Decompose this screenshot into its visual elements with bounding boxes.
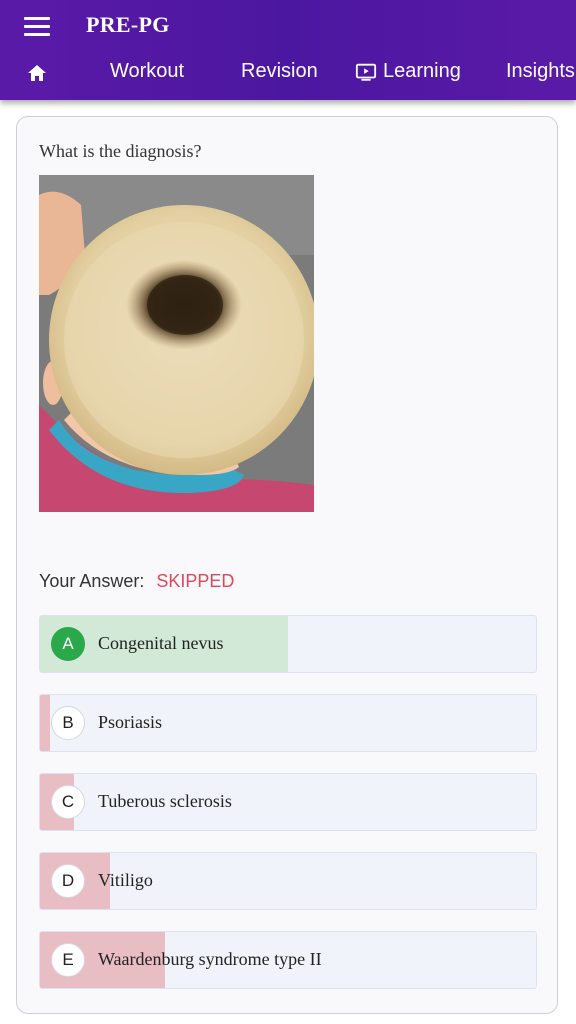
tab-insights-label: Insights [506,60,575,82]
menu-icon[interactable] [24,14,50,38]
tv-play-icon [355,63,377,81]
tab-revision-label: Revision [241,60,318,82]
app-bar: PRE-PG Workout Revision Learning Insight… [0,0,576,100]
option-text: Waardenburg syndrome type II [98,949,322,969]
option-response-bar [40,695,50,751]
option-d[interactable]: D Vitiligo [39,852,537,910]
option-letter-badge: E [51,943,85,977]
option-text: Vitiligo [98,870,153,890]
option-letter-badge: B [51,706,85,740]
home-icon[interactable] [25,61,49,85]
option-letter-badge: A [51,627,85,661]
option-e[interactable]: E Waardenburg syndrome type II [39,931,537,989]
option-b[interactable]: B Psoriasis [39,694,537,752]
your-answer: Your Answer: SKIPPED [39,571,234,592]
question-image[interactable] [39,175,314,512]
answer-status: SKIPPED [156,571,235,591]
option-text: Tuberous sclerosis [98,791,232,811]
option-letter-badge: C [51,785,85,819]
option-text: Congenital nevus [98,633,224,653]
question-card: What is the diagnosis? Your Answer: SKIP… [16,116,558,1014]
app-title: PRE-PG [86,12,170,37]
option-c[interactable]: C Tuberous sclerosis [39,773,537,831]
option-letter-badge: D [51,864,85,898]
option-a[interactable]: A Congenital nevus [39,615,537,673]
your-answer-label: Your Answer: [39,571,145,591]
nav-tabs: Workout Revision Learning Insights [0,54,576,94]
question-text: What is the diagnosis? [39,141,202,161]
tab-learning[interactable]: Learning [355,60,461,83]
tab-workout[interactable]: Workout [110,60,184,83]
tab-insights[interactable]: Insights [506,60,575,83]
option-text: Psoriasis [98,712,163,732]
tab-learning-label: Learning [383,60,461,82]
tab-workout-label: Workout [110,60,185,82]
tab-revision[interactable]: Revision [241,60,318,83]
